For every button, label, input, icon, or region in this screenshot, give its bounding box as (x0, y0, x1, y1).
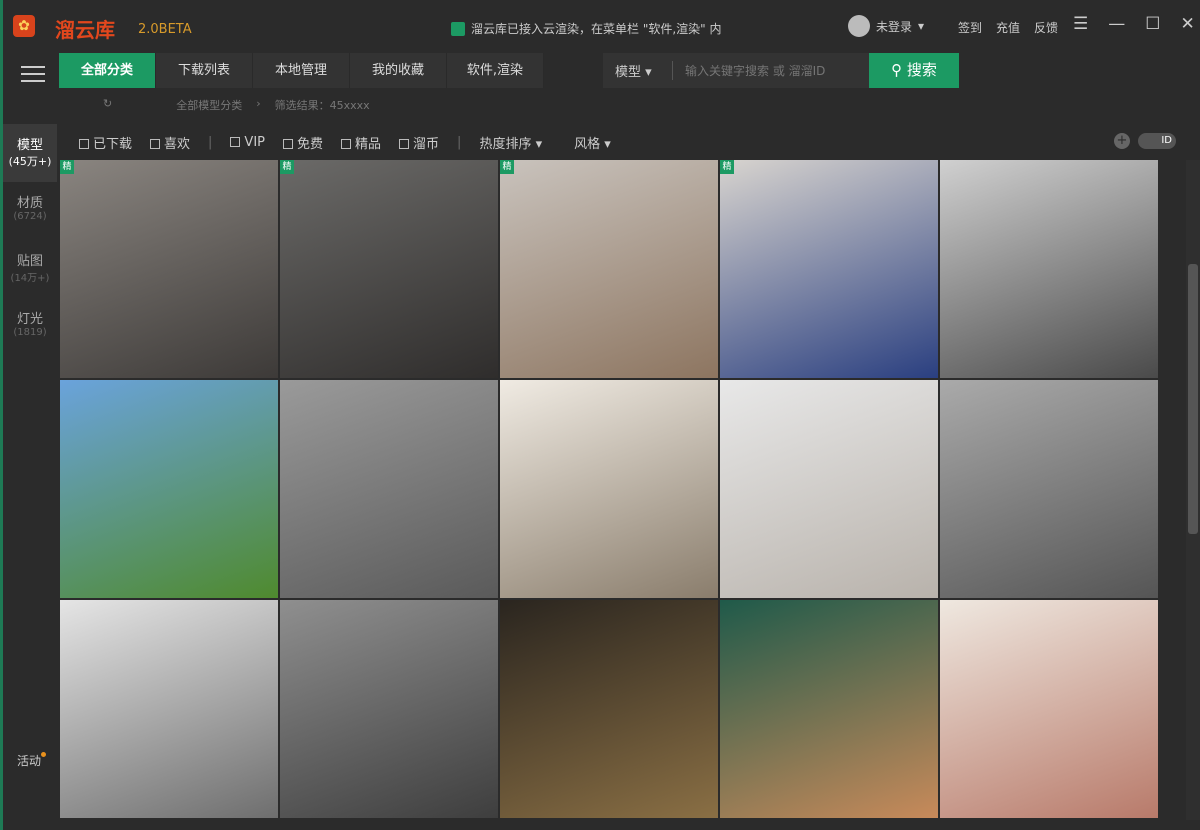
filter-coins[interactable]: 溜币 (399, 133, 439, 152)
chevron-down-icon: ▾ (918, 19, 925, 33)
model-thumbnail[interactable] (280, 600, 498, 818)
model-grid: 精精精精 (60, 160, 1160, 818)
search-button-label: 搜索 (906, 61, 937, 79)
tab-downloads[interactable]: 下载列表 (156, 53, 253, 88)
id-toggle[interactable]: ID (1138, 133, 1176, 149)
premium-badge: 精 (280, 160, 294, 174)
model-thumbnail[interactable] (720, 600, 938, 818)
search-type-label: 模型 (615, 65, 642, 80)
search-button[interactable]: ⚲ 搜索 (869, 53, 959, 88)
model-thumbnail[interactable]: 精 (720, 160, 938, 378)
sidebar-item-models[interactable]: 模型 (45万+) (3, 124, 57, 182)
sidebar-item-lights[interactable]: 灯光 (1819) (3, 298, 57, 356)
chevron-down-icon: ▾ (645, 65, 652, 80)
label: 灯光 (16, 312, 43, 327)
hamburger-menu-icon[interactable] (21, 66, 45, 82)
checkin-link[interactable]: 签到 (958, 19, 982, 36)
count: (6724) (13, 211, 47, 222)
filter-bar: 已下载 喜欢 | VIP 免费 精品 溜币 | 热度排序 ▾ 风格 ▾ (79, 133, 611, 152)
search-type-select[interactable]: 模型 ▾ (603, 61, 673, 80)
label: 模型 (16, 138, 43, 153)
breadcrumb-root[interactable]: 全部模型分类 (176, 97, 242, 113)
label: 贴图 (16, 254, 43, 269)
app-version: 2.0BETA (138, 22, 192, 37)
divider: | (457, 135, 462, 150)
count: (1819) (13, 327, 47, 338)
scrollbar[interactable] (1186, 160, 1200, 820)
tab-local[interactable]: 本地管理 (253, 53, 350, 88)
label: 热度排序 (479, 137, 532, 152)
style-dropdown[interactable]: 风格 ▾ (574, 133, 611, 152)
add-icon[interactable]: + (1114, 133, 1130, 149)
feedback-link[interactable]: 反馈 (1034, 19, 1058, 36)
filter-premium[interactable]: 精品 (341, 133, 381, 152)
search-bar: 模型 ▾ ⚲ 搜索 (603, 53, 959, 88)
premium-badge: 精 (500, 160, 514, 174)
count: (14万+) (10, 273, 50, 284)
label: 风格 (574, 137, 601, 152)
model-thumbnail[interactable] (60, 380, 278, 598)
filter-liked[interactable]: 喜欢 (150, 133, 190, 152)
label: 精品 (355, 137, 382, 152)
avatar (848, 15, 870, 37)
search-icon: ⚲ (891, 61, 903, 79)
cloud-render-icon (451, 21, 465, 36)
label: 已下载 (93, 137, 133, 152)
notice-text: 溜云库已接入云渲染，在菜单栏 "软件,渲染" 内 (471, 22, 722, 36)
sidebar: 模型 (45万+) 材质 (6724) 贴图 (14万+) 灯光 (1819) (3, 124, 57, 356)
model-thumbnail[interactable] (720, 380, 938, 598)
app-name: 溜云库 (55, 18, 115, 42)
model-thumbnail[interactable]: 精 (500, 160, 718, 378)
user-name: 未登录 (876, 19, 913, 34)
title-bar: ✿ 溜云库 2.0BETA 溜云库已接入云渲染，在菜单栏 "软件,渲染" 内 未… (3, 0, 1200, 52)
recharge-link[interactable]: 充值 (996, 19, 1020, 36)
label: 材质 (16, 196, 43, 211)
model-thumbnail[interactable]: 精 (60, 160, 278, 378)
sidebar-item-materials[interactable]: 材质 (6724) (3, 182, 57, 240)
premium-badge: 精 (720, 160, 734, 174)
model-thumbnail[interactable] (940, 160, 1158, 378)
premium-badge: 精 (60, 160, 74, 174)
model-thumbnail[interactable] (940, 600, 1158, 818)
activity-link[interactable]: 活动 (17, 752, 47, 769)
app-logo-icon: ✿ (13, 15, 35, 37)
refresh-icon[interactable]: ↻ (103, 97, 112, 113)
label: 免费 (297, 137, 324, 152)
menu-button[interactable]: ☰ (1073, 14, 1088, 34)
model-thumbnail[interactable] (280, 380, 498, 598)
close-button[interactable]: ✕ (1181, 14, 1195, 34)
search-input[interactable] (673, 55, 869, 86)
user-menu[interactable]: 未登录 ▾ (848, 15, 924, 37)
main-tabs: 全部分类 下载列表 本地管理 我的收藏 软件,渲染 (59, 53, 544, 88)
filter-vip[interactable]: VIP (230, 135, 265, 150)
minimize-button[interactable]: — (1108, 14, 1125, 34)
filter-downloaded[interactable]: 已下载 (79, 133, 132, 152)
label: 溜币 (413, 137, 440, 152)
model-thumbnail[interactable] (940, 380, 1158, 598)
divider: | (208, 135, 213, 150)
sort-dropdown[interactable]: 热度排序 ▾ (479, 133, 542, 152)
model-thumbnail[interactable] (500, 600, 718, 818)
tab-software-render[interactable]: 软件,渲染 (447, 53, 544, 88)
breadcrumb: ↻ 全部模型分类 › 筛选结果：45xxxx (103, 97, 370, 113)
tab-all-categories[interactable]: 全部分类 (59, 53, 156, 88)
scrollbar-thumb[interactable] (1188, 264, 1198, 534)
notice[interactable]: 溜云库已接入云渲染，在菜单栏 "软件,渲染" 内 (451, 20, 721, 37)
maximize-button[interactable]: ☐ (1145, 14, 1160, 34)
model-thumbnail[interactable]: 精 (280, 160, 498, 378)
result-count: 筛选结果：45xxxx (274, 99, 370, 112)
model-thumbnail[interactable] (60, 600, 278, 818)
label: VIP (244, 135, 265, 150)
tab-favorites[interactable]: 我的收藏 (350, 53, 447, 88)
filter-free[interactable]: 免费 (283, 133, 323, 152)
model-thumbnail[interactable] (500, 380, 718, 598)
sidebar-item-textures[interactable]: 贴图 (14万+) (3, 240, 57, 298)
chevron-right-icon: › (256, 97, 261, 110)
label: 喜欢 (164, 137, 191, 152)
count: (45万+) (8, 155, 52, 168)
